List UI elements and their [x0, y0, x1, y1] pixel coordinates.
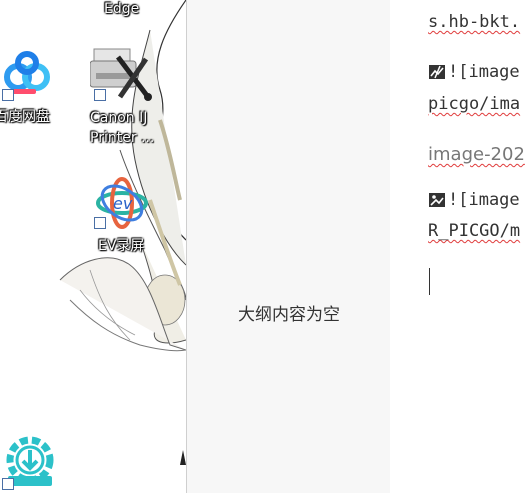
outline-empty-message: 大纲内容为空	[238, 305, 340, 325]
editor-text: ![image	[448, 62, 520, 82]
editor-text: s.hb-bkt.	[428, 12, 521, 32]
editor-line: image-202	[428, 144, 525, 165]
shortcut-arrow-icon	[2, 89, 14, 101]
shortcut-arrow-icon	[2, 478, 14, 490]
editor-line: s.hb-bkt.	[428, 12, 520, 32]
editor-area[interactable]: s.hb-bkt. ![image picgo/ima image-202 ![…	[390, 0, 526, 493]
editor-line: R_PICGO/m	[428, 221, 520, 241]
desktop-area: Edge 百度网盘 Canon IJ Printer ... ev EV录屏	[0, 0, 186, 493]
desktop-icon-canon-printer[interactable]	[90, 45, 152, 105]
editor-line: picgo/ima	[428, 94, 520, 114]
editor-text: image-202	[428, 144, 525, 165]
desktop-icon-baidu-netdisk-label[interactable]: 百度网盘	[0, 108, 50, 127]
shortcut-arrow-icon	[94, 217, 106, 229]
svg-text:ev: ev	[113, 194, 133, 213]
desktop-icon-canon-printer-label-2[interactable]: Printer ...	[90, 129, 154, 148]
desktop-icon-canon-printer-label-1[interactable]: Canon IJ	[90, 109, 147, 128]
desktop-icon-edge-label[interactable]: Edge	[104, 0, 139, 19]
desktop-icon-ev-recorder-label[interactable]: EV录屏	[98, 237, 144, 256]
desktop-icon-installer[interactable]	[0, 430, 60, 493]
outline-panel: 大纲内容为空	[186, 0, 390, 493]
editor-line-image-markdown: ![image	[428, 190, 520, 210]
text-cursor	[429, 268, 430, 295]
editor-line-image-markdown: ![image	[428, 62, 520, 82]
broken-image-icon	[429, 65, 445, 79]
editor-text: R_PICGO/m	[428, 221, 521, 241]
editor-text: ![image	[448, 190, 520, 210]
desktop-icon-ev-recorder[interactable]: ev	[92, 175, 152, 235]
shortcut-arrow-icon	[94, 89, 106, 101]
desktop-icon-baidu-netdisk[interactable]	[0, 45, 60, 105]
editor-text: picgo/ima	[428, 94, 521, 114]
image-icon	[429, 193, 445, 207]
